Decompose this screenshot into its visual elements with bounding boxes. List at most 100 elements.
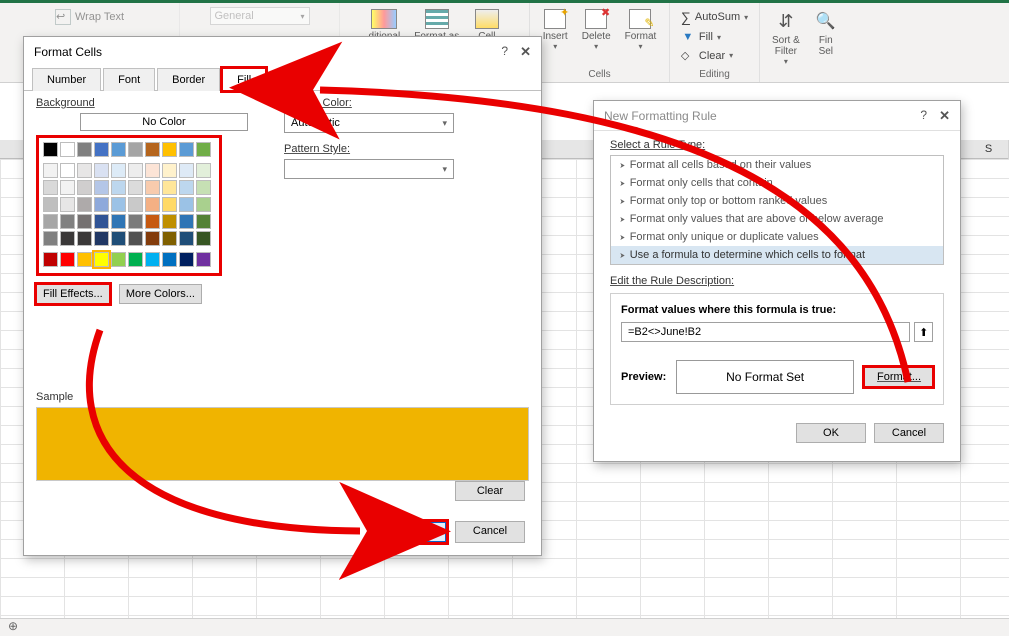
rule-type-item[interactable]: Format only unique or duplicate values (611, 228, 943, 246)
color-swatch[interactable] (145, 163, 160, 178)
color-swatch[interactable] (94, 252, 109, 267)
color-swatch[interactable] (43, 197, 58, 212)
color-swatch[interactable] (43, 142, 58, 157)
color-swatch[interactable] (162, 163, 177, 178)
rule-type-list[interactable]: Format all cells based on their valuesFo… (610, 155, 944, 265)
new-rule-title-bar[interactable]: New Formatting Rule ? ✕ (594, 101, 960, 131)
autosum-button[interactable]: ∑AutoSum ▾ (681, 7, 748, 27)
color-swatch[interactable] (196, 197, 211, 212)
color-swatch[interactable] (128, 252, 143, 267)
rule-type-item[interactable]: Format only top or bottom ranked values (611, 192, 943, 210)
help-icon[interactable]: ? (501, 44, 508, 60)
color-swatch[interactable] (179, 180, 194, 195)
color-swatch[interactable] (128, 163, 143, 178)
format-button[interactable]: ✎ Format▾ (621, 7, 661, 53)
color-swatch[interactable] (128, 214, 143, 229)
color-swatch[interactable] (145, 252, 160, 267)
tab-fill[interactable]: Fill (222, 68, 266, 91)
color-swatch[interactable] (128, 142, 143, 157)
color-swatch[interactable] (111, 231, 126, 246)
fill-button[interactable]: ▼Fill ▾ (681, 29, 721, 45)
more-colors-button[interactable]: More Colors... (119, 284, 202, 304)
color-swatch[interactable] (179, 252, 194, 267)
cancel-button[interactable]: Cancel (455, 521, 525, 543)
color-swatch[interactable] (196, 231, 211, 246)
no-color-button[interactable]: No Color (80, 113, 248, 131)
rule-type-item[interactable]: Format only values that are above or bel… (611, 210, 943, 228)
color-swatch[interactable] (128, 197, 143, 212)
color-swatch[interactable] (196, 252, 211, 267)
color-swatch[interactable] (77, 231, 92, 246)
clear-button[interactable]: ◇Clear ▾ (681, 47, 733, 64)
color-swatch[interactable] (111, 252, 126, 267)
wrap-text-button[interactable]: ↩ Wrap Text (55, 7, 124, 27)
color-swatch[interactable] (43, 231, 58, 246)
color-swatch[interactable] (145, 231, 160, 246)
ok-button[interactable]: OK (796, 423, 866, 443)
rule-type-item[interactable]: Use a formula to determine which cells t… (611, 246, 943, 264)
color-swatch[interactable] (162, 231, 177, 246)
insert-button[interactable]: ✦ Insert▾ (539, 7, 572, 53)
tab-border[interactable]: Border (157, 68, 220, 91)
fill-effects-button[interactable]: Fill Effects... (36, 284, 110, 304)
number-format-combo[interactable]: General▾ (210, 7, 310, 25)
color-swatch[interactable] (43, 163, 58, 178)
color-swatch[interactable] (43, 214, 58, 229)
pattern-color-combo[interactable]: Automatic▾ (284, 113, 454, 133)
color-swatch[interactable] (111, 180, 126, 195)
find-select-button[interactable]: 🔍 Fin Sel (810, 7, 842, 59)
color-swatch[interactable] (162, 197, 177, 212)
color-swatch[interactable] (196, 142, 211, 157)
color-swatch[interactable] (196, 180, 211, 195)
color-swatch[interactable] (145, 214, 160, 229)
color-swatch[interactable] (94, 142, 109, 157)
help-icon[interactable]: ? (920, 108, 927, 124)
close-icon[interactable]: ✕ (939, 108, 950, 124)
clear-button[interactable]: Clear (455, 481, 525, 501)
color-swatch[interactable] (77, 197, 92, 212)
color-swatch[interactable] (60, 214, 75, 229)
color-swatch[interactable] (94, 180, 109, 195)
color-swatch[interactable] (145, 197, 160, 212)
color-swatch[interactable] (94, 197, 109, 212)
format-cells-title-bar[interactable]: Format Cells ? ✕ (24, 37, 541, 67)
color-swatch[interactable] (196, 214, 211, 229)
color-swatch[interactable] (77, 163, 92, 178)
color-swatch[interactable] (128, 231, 143, 246)
color-swatch[interactable] (60, 231, 75, 246)
color-swatch[interactable] (60, 197, 75, 212)
cancel-button[interactable]: Cancel (874, 423, 944, 443)
sort-filter-button[interactable]: ⇵ Sort & Filter▾ (768, 7, 804, 68)
color-swatch[interactable] (60, 252, 75, 267)
color-swatch[interactable] (43, 252, 58, 267)
formula-input[interactable]: =B2<>June!B2 (621, 322, 910, 342)
color-swatch[interactable] (111, 163, 126, 178)
color-swatch[interactable] (94, 214, 109, 229)
color-swatch[interactable] (94, 163, 109, 178)
color-swatch[interactable] (60, 180, 75, 195)
color-swatch[interactable] (77, 180, 92, 195)
new-sheet-icon[interactable]: ⊕ (0, 617, 26, 635)
color-swatch[interactable] (179, 214, 194, 229)
color-swatch[interactable] (145, 142, 160, 157)
color-swatch[interactable] (179, 163, 194, 178)
color-swatch[interactable] (60, 142, 75, 157)
rule-type-item[interactable]: Format only cells that contain (611, 174, 943, 192)
pattern-style-combo[interactable]: ▾ (284, 159, 454, 179)
close-icon[interactable]: ✕ (520, 44, 531, 60)
range-selector-icon[interactable]: ⬆ (914, 322, 933, 342)
color-swatch[interactable] (179, 142, 194, 157)
format-button[interactable]: Format... (864, 367, 933, 387)
color-swatch[interactable] (77, 252, 92, 267)
ok-button[interactable]: OK (371, 521, 447, 543)
color-swatch[interactable] (94, 231, 109, 246)
delete-button[interactable]: ✖ Delete▾ (578, 7, 615, 53)
color-swatch[interactable] (111, 142, 126, 157)
color-swatch[interactable] (179, 231, 194, 246)
tab-number[interactable]: Number (32, 68, 101, 91)
color-swatch[interactable] (128, 180, 143, 195)
color-swatch[interactable] (162, 180, 177, 195)
tab-font[interactable]: Font (103, 68, 155, 91)
color-swatch[interactable] (145, 180, 160, 195)
column-header-S[interactable]: S (969, 140, 1009, 159)
